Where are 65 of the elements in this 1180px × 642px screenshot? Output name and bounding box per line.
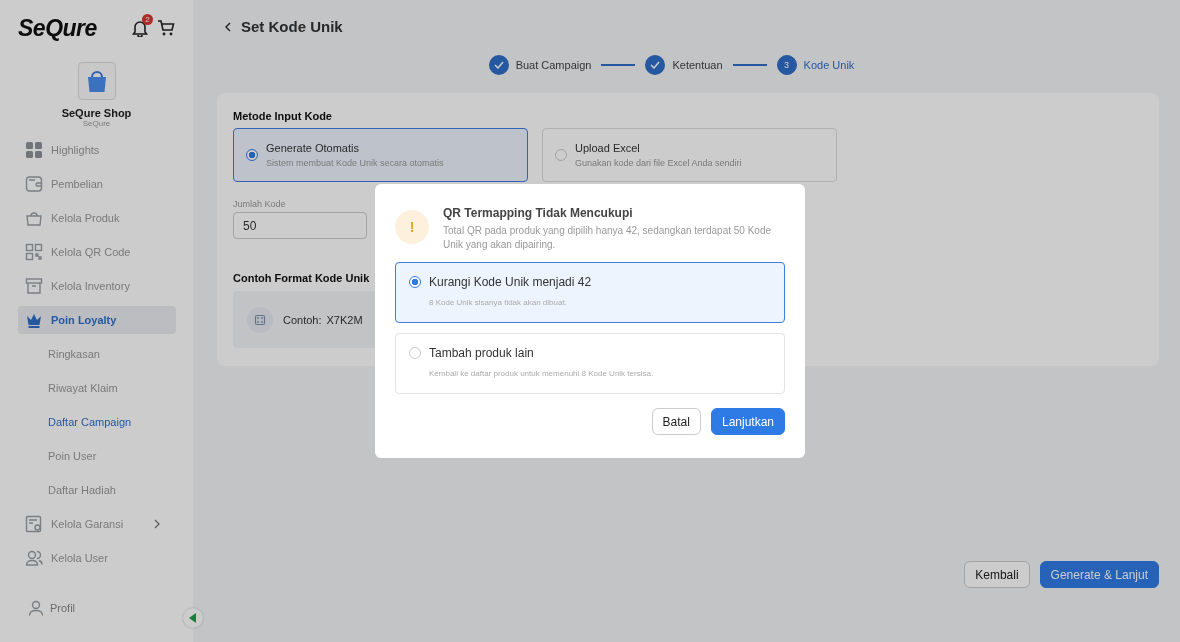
submenu-item[interactable]: Ringkasan [18, 340, 176, 374]
bag-icon [25, 209, 43, 227]
warning-icon: ! [395, 210, 429, 244]
certificate-icon [25, 515, 43, 533]
logo: SeQure [18, 14, 97, 42]
section-label: Contoh Format Kode Unik [233, 272, 370, 284]
archive-icon [25, 277, 43, 295]
dialog-option[interactable]: Tambah produk lain Kembali ke daftar produk untuk memenuhi 8 Kode Unik tersisa. [395, 333, 785, 394]
page-title: Set Kode Unik [241, 18, 343, 35]
bell-icon [131, 19, 149, 37]
cancel-button[interactable]: Batal [651, 408, 701, 435]
back-icon [224, 21, 232, 32]
option-description: 8 Kode Unik sisanya tidak akan dibuat. [428, 298, 568, 307]
menu-item[interactable]: Kelola Inventory [18, 272, 176, 300]
example-code: X7K2M [326, 313, 363, 326]
option-description: Kembali ke daftar produk untuk memenuhi 8 Kode Unik tersisa. [428, 369, 655, 378]
section-label: Metode Input Kode [233, 110, 332, 122]
menu-item[interactable]: Pembelian [18, 170, 176, 198]
method-option[interactable]: Generate Otomatis Sistem membuat Kode Unik secara otomatis [233, 128, 528, 182]
back-button[interactable]: Kembali [964, 561, 1030, 588]
shop-logo [77, 62, 116, 100]
field-label: Jumlah Kode [233, 199, 287, 209]
dialog-message: Total QR pada produk yang dipilih hanya 42, sedangkan terdapat 50 Kode Unik yang akan dipairing. [443, 224, 772, 252]
radio-button[interactable] [555, 149, 567, 161]
submenu-item[interactable]: Riwayat Klaim [18, 374, 176, 408]
continue-button[interactable]: Lanjutkan [710, 408, 785, 435]
step-label: Ketentuan [672, 59, 723, 71]
option-description: Sistem membuat Kode Unik secara otomatis [266, 158, 444, 168]
method-option[interactable]: Upload Excel Gunakan kode dari file Excel Anda sendiri [542, 128, 837, 182]
wallet-icon [25, 175, 43, 193]
submenu-item[interactable]: Poin User [18, 442, 176, 476]
radio-button[interactable] [409, 276, 421, 288]
collapse-handle[interactable] [183, 608, 203, 628]
users-icon [25, 549, 43, 567]
menu-item[interactable]: Kelola User [18, 544, 176, 572]
option-title: Generate Otomatis [266, 142, 360, 154]
step-indicator: 3 [776, 55, 797, 75]
shop-subtitle: SeQure [82, 119, 111, 128]
notification-badge: 2 [142, 14, 153, 25]
generate-button[interactable]: Generate & Lanjut [1039, 561, 1159, 588]
qr-icon [25, 243, 43, 261]
grid-icon [25, 141, 43, 159]
radio-button[interactable] [409, 347, 421, 359]
cart-icon [157, 19, 175, 37]
submenu-item[interactable]: Daftar Campaign [18, 408, 176, 442]
dialog-title: QR Termapping Tidak Mencukupi [443, 206, 634, 220]
quantity-field[interactable]: 50 [233, 212, 367, 239]
option-title: Upload Excel [575, 142, 641, 154]
shop-name: SeQure Shop [61, 107, 132, 119]
example-label: Contoh: [283, 313, 322, 326]
dialog-option[interactable]: Kurangi Kode Unik menjadi 42 8 Kode Unik sisanya tidak akan dibuat. [395, 262, 785, 323]
step-label: Kode Unik [803, 59, 855, 71]
menu-item[interactable]: Kelola Produk [18, 204, 176, 232]
dice-icon [247, 306, 273, 333]
option-description: Gunakan kode dari file Excel Anda sendiri [575, 158, 742, 168]
option-title: Kurangi Kode Unik menjadi 42 [429, 275, 592, 289]
option-title: Tambah produk lain [429, 346, 534, 360]
step-label: Buat Campaign [515, 59, 592, 71]
menu-item[interactable]: Kelola Garansi [18, 510, 176, 538]
menu-item[interactable]: Highlights [18, 136, 176, 164]
menu-item[interactable]: Kelola QR Code [18, 238, 176, 266]
user-icon [28, 600, 44, 616]
radio-button[interactable] [246, 149, 258, 161]
menu-item[interactable]: Poin Loyalty [18, 306, 176, 334]
submenu-item[interactable]: Daftar Hadiah [18, 476, 176, 510]
